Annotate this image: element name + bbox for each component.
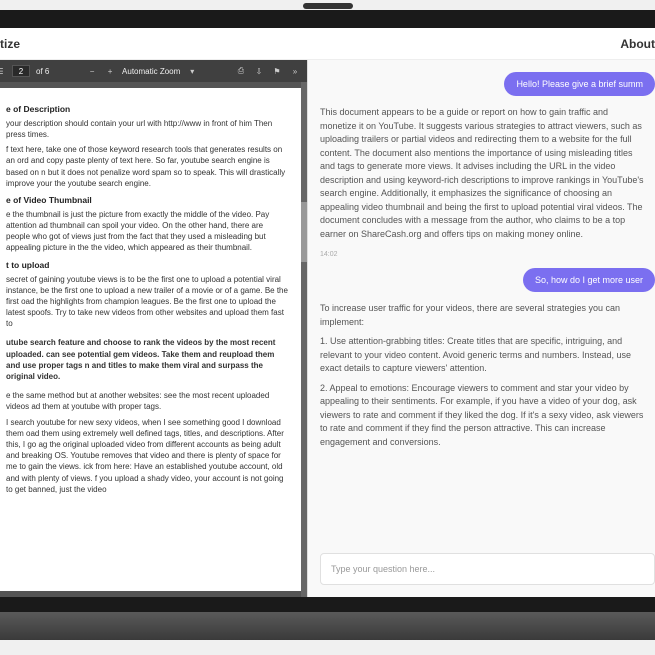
download-icon[interactable]: ⇩ [253, 65, 265, 77]
pdf-page: e of Description your description should… [0, 88, 301, 591]
pdf-scroll-thumb[interactable] [301, 202, 307, 262]
tools-icon[interactable]: » [289, 65, 301, 77]
pdf-text: e the thumbnail is just the picture from… [6, 209, 289, 254]
assistant-text: To increase user traffic for your videos… [320, 302, 645, 329]
pdf-scrollbar[interactable] [301, 82, 307, 597]
pdf-text: e the same method but at another website… [6, 390, 289, 412]
assistant-message: To increase user traffic for your videos… [320, 302, 655, 449]
zoom-mode-label[interactable]: Automatic Zoom [122, 67, 180, 76]
assistant-text: 2. Appeal to emotions: Encourage viewers… [320, 382, 645, 450]
pdf-text: secret of gaining youtube views is to be… [6, 274, 289, 330]
section-heading: t to upload [6, 260, 289, 272]
zoom-in-icon[interactable]: + [104, 65, 116, 77]
section-heading: e of Description [6, 104, 289, 116]
pdf-viewer-panel: ☰ 2 of 6 − + Automatic Zoom ▾ ⎙ ⇩ ⚑ » [0, 60, 308, 597]
chat-input[interactable]: Type your question here... [320, 553, 655, 585]
chat-panel: Hello! Please give a brief summ This doc… [308, 60, 655, 597]
section-heading: e of Video Thumbnail [6, 195, 289, 207]
chat-input-placeholder: Type your question here... [331, 564, 435, 574]
chat-scroll-area[interactable]: Hello! Please give a brief summ This doc… [320, 72, 655, 545]
page-count-label: of 6 [36, 67, 49, 76]
zoom-out-icon[interactable]: − [86, 65, 98, 77]
assistant-text: This document appears to be a guide or r… [320, 106, 645, 241]
print-icon[interactable]: ⎙ [235, 65, 247, 77]
user-message: So, how do I get more user [523, 268, 655, 292]
bookmark-icon[interactable]: ⚑ [271, 65, 283, 77]
pdf-text: f text here, take one of those keyword r… [6, 144, 289, 189]
pdf-text-bold: utube search feature and choose to rank … [6, 337, 289, 382]
page-number-input[interactable]: 2 [12, 65, 30, 77]
app-header: tize About [0, 28, 655, 60]
app-title: tize [0, 37, 20, 51]
nav-about[interactable]: About [620, 37, 655, 51]
user-message: Hello! Please give a brief summ [504, 72, 655, 96]
pdf-text: your description should contain your url… [6, 118, 289, 140]
message-timestamp: 14:02 [320, 251, 655, 258]
sidebar-toggle-icon[interactable]: ☰ [0, 65, 6, 77]
pdf-toolbar: ☰ 2 of 6 − + Automatic Zoom ▾ ⎙ ⇩ ⚑ » [0, 60, 307, 82]
pdf-text: I search youtube for new sexy videos, wh… [6, 417, 289, 495]
pdf-content-area[interactable]: e of Description your description should… [0, 82, 307, 597]
assistant-message: This document appears to be a guide or r… [320, 106, 655, 241]
chevron-down-icon[interactable]: ▾ [186, 65, 198, 77]
laptop-base [0, 612, 655, 640]
assistant-text: 1. Use attention-grabbing titles: Create… [320, 335, 645, 376]
